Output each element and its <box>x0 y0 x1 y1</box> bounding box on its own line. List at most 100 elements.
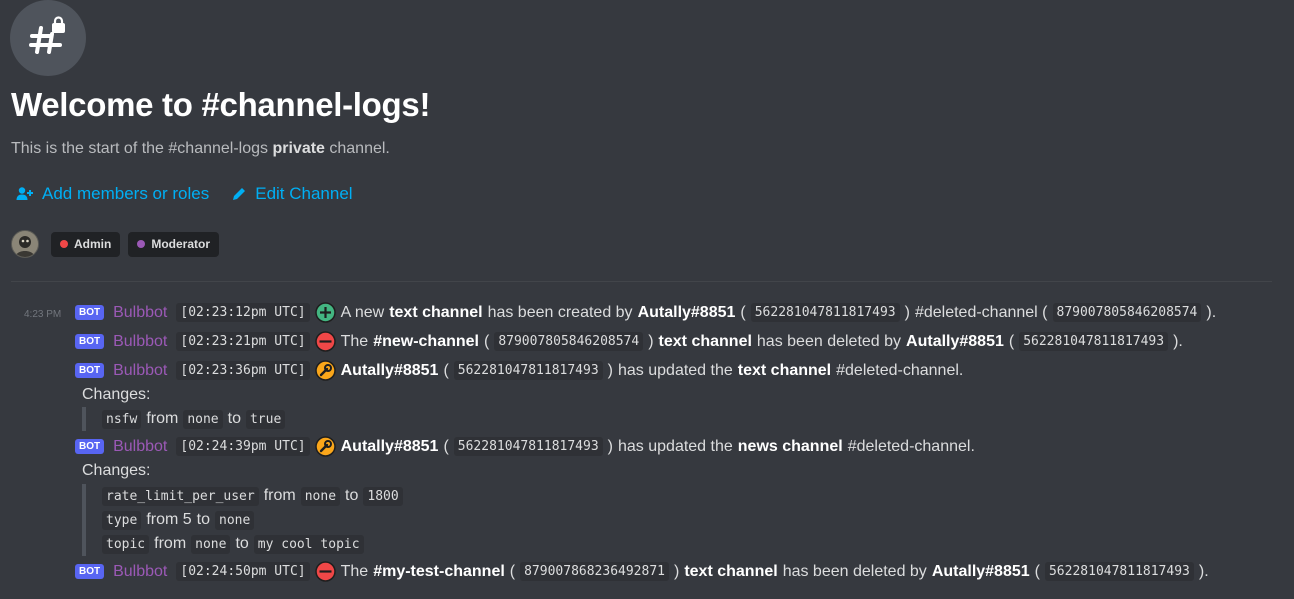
log-time: [02:24:39pm UTC] <box>176 437 310 456</box>
msg-text: ( <box>509 562 516 580</box>
msg-text: ). <box>1206 303 1217 321</box>
change-row: nsfw from none to true <box>102 407 286 431</box>
msg-text: #deleted-channel. <box>836 361 964 379</box>
changes-quote: nsfw from none to true <box>82 407 286 431</box>
page-title: Welcome to #channel-logs! <box>11 86 431 123</box>
role-color-dot <box>60 240 68 248</box>
edit-channel-button[interactable]: Edit Channel <box>231 184 353 204</box>
bot-tag: BOT <box>75 439 105 454</box>
bot-tag: BOT <box>75 363 105 378</box>
change-old: none <box>183 409 223 429</box>
msg-bold: text channel <box>684 562 778 580</box>
change-row: topic from none to my cool topic <box>102 532 403 556</box>
change-text: to <box>345 487 359 504</box>
change-old: none <box>300 486 341 506</box>
changes-label: Changes: <box>82 462 151 479</box>
user-id: 562281047811817493 <box>453 361 603 380</box>
user-mention: Autally#8851 <box>906 332 1004 350</box>
role-label: Moderator <box>151 237 211 251</box>
plus-circle-icon <box>314 302 336 323</box>
msg-text: The <box>340 562 369 580</box>
channel-id: 879007805846208574 <box>1052 303 1202 322</box>
msg-bold: news channel <box>737 437 843 455</box>
channel-icon <box>10 0 86 76</box>
add-user-icon <box>16 187 33 200</box>
user-id: 562281047811817493 <box>1019 332 1169 351</box>
channel-id: 879007805846208574 <box>494 332 644 351</box>
user-id: 562281047811817493 <box>1044 562 1194 581</box>
wrench-icon <box>314 436 336 457</box>
change-text: to <box>196 511 210 528</box>
change-row: rate_limit_per_user from none to 1800 <box>102 484 403 508</box>
author-name[interactable]: Bulbbot <box>113 362 167 380</box>
author-name[interactable]: Bulbbot <box>113 304 167 322</box>
change-new: my cool topic <box>253 534 364 554</box>
channel-mention: #new-channel <box>373 332 479 350</box>
edit-channel-label: Edit Channel <box>255 184 353 203</box>
changes-quote: rate_limit_per_user from none to 1800 ty… <box>82 484 403 556</box>
msg-text: ). <box>1173 332 1183 350</box>
msg-bold: text channel <box>658 332 752 350</box>
log-time: [02:23:21pm UTC] <box>176 332 310 351</box>
user-mention: Autally#8851 <box>931 562 1030 580</box>
user-id: 562281047811817493 <box>453 437 603 456</box>
user-mention: Autally#8851 <box>637 303 736 321</box>
msg-text: has updated the <box>618 437 733 455</box>
add-members-label: Add members or roles <box>42 184 210 203</box>
change-text: to <box>235 535 249 552</box>
add-members-button[interactable]: Add members or roles <box>16 184 209 204</box>
msg-bold: text channel <box>737 361 832 379</box>
change-field: topic <box>102 534 150 554</box>
channel-description: This is the start of the #channel-logs p… <box>11 140 390 158</box>
user-mention: Autally#8851 <box>340 361 439 379</box>
log-time: [02:24:50pm UTC] <box>176 562 310 581</box>
role-admin[interactable]: Admin <box>51 231 121 257</box>
subtitle-text: This is the start of the #channel-logs <box>11 140 273 157</box>
msg-text: #deleted-channel. <box>847 437 975 455</box>
changes-label: Changes: <box>82 386 151 403</box>
log-time: [02:23:36pm UTC] <box>176 361 310 380</box>
locked-hash-icon <box>29 16 65 54</box>
change-text: from <box>154 535 187 552</box>
log-time: [02:23:12pm UTC] <box>176 303 310 322</box>
subtitle-end: channel. <box>324 140 390 157</box>
role-color-dot <box>137 240 146 248</box>
channel-mention: #my-test-channel <box>373 562 505 580</box>
author-name[interactable]: Bulbbot <box>113 333 167 351</box>
minus-circle-icon <box>314 331 336 352</box>
msg-text: has been deleted by <box>756 332 902 350</box>
change-new: none <box>215 510 255 530</box>
change-new: true <box>245 409 286 429</box>
pencil-icon <box>233 188 246 200</box>
author-name[interactable]: Bulbbot <box>113 438 167 456</box>
msg-text: ) <box>674 562 680 580</box>
msg-text: has been created by <box>487 303 633 321</box>
user-mention: Autally#8851 <box>340 437 439 455</box>
change-row: type from 5 to none <box>102 508 403 532</box>
author-name[interactable]: Bulbbot <box>113 563 167 581</box>
change-old: none <box>191 534 231 554</box>
change-text: from <box>146 410 179 427</box>
bot-tag: BOT <box>75 305 105 320</box>
channel-actions: Add members or roles Edit Channel <box>16 184 353 204</box>
msg-text: has been deleted by <box>782 562 927 580</box>
wrench-icon <box>314 360 336 381</box>
msg-text: The <box>340 332 369 350</box>
bot-tag: BOT <box>75 564 105 579</box>
channel-id: 879007868236492871 <box>520 562 669 581</box>
change-new: 1800 <box>363 486 403 506</box>
change-text: from 5 <box>146 511 192 528</box>
change-field: type <box>102 510 142 530</box>
subtitle-private: private <box>272 140 325 157</box>
minus-circle-icon <box>314 561 336 582</box>
role-moderator[interactable]: Moderator <box>128 231 220 257</box>
avatar[interactable] <box>11 230 39 258</box>
message-timestamp: 4:23 PM <box>24 309 62 320</box>
msg-text: ) <box>648 332 654 350</box>
msg-text: ). <box>1198 562 1209 580</box>
divider <box>11 281 1272 282</box>
user-id: 562281047811817493 <box>750 303 900 322</box>
role-label: Admin <box>74 237 112 251</box>
change-field: nsfw <box>102 409 142 429</box>
change-field: rate_limit_per_user <box>102 486 259 506</box>
